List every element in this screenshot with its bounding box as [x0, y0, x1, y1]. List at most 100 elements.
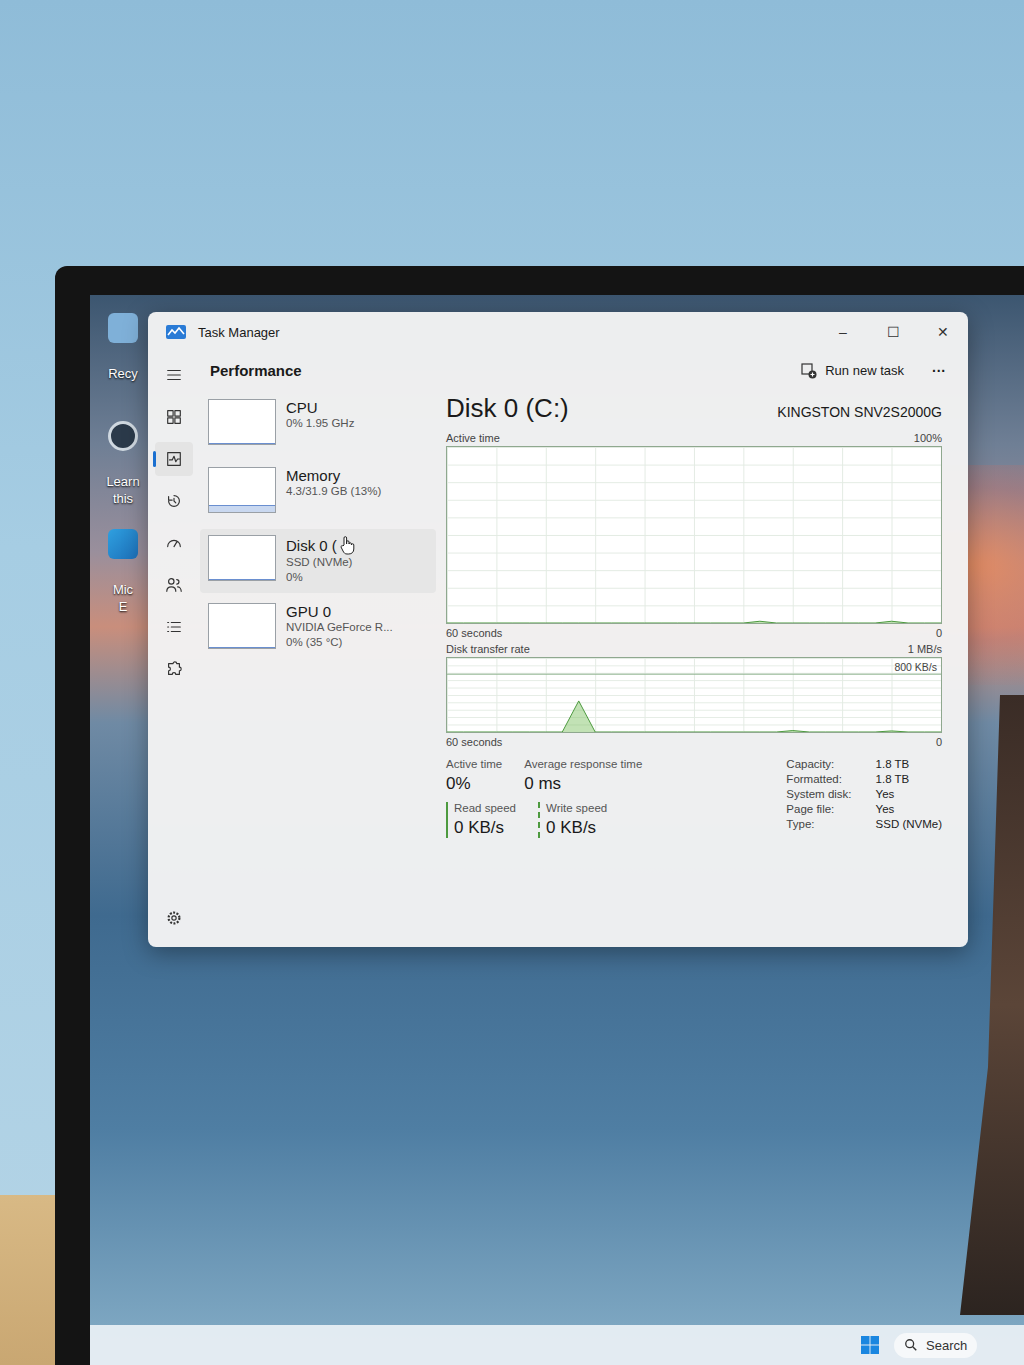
- app-icon: [108, 421, 138, 451]
- nav-item[interactable]: [155, 358, 193, 392]
- nav-item[interactable]: [155, 526, 193, 560]
- device-detail: 4.3/31.9 GB (13%): [286, 484, 381, 499]
- device-thumbnail: [208, 603, 276, 649]
- device-item[interactable]: CPU0% 1.95 GHz: [200, 393, 436, 457]
- nav-icon: [165, 618, 183, 636]
- run-new-task-button[interactable]: Run new task: [801, 363, 904, 379]
- thumbnail-fill: [209, 579, 275, 580]
- nav-item[interactable]: [155, 484, 193, 518]
- device-detail: SSD (NVMe): [286, 555, 355, 570]
- chart: Disk transfer rate1 MB/s800 KB/s60 secon…: [446, 641, 942, 750]
- page-title: Performance: [210, 362, 302, 379]
- more-button[interactable]: ···: [932, 363, 946, 379]
- page-header: Performance Run new task ···: [200, 352, 968, 393]
- search-icon: [904, 1338, 918, 1352]
- device-thumbnail: [208, 467, 276, 513]
- task-manager-window[interactable]: Task Manager –☐✕ Performance Run new task ··…: [148, 312, 968, 947]
- device-detail: NVIDIA GeForce R...: [286, 620, 393, 635]
- nav-icon: [165, 450, 183, 468]
- device-item[interactable]: GPU 0NVIDIA GeForce R...0% (35 °C): [200, 597, 436, 661]
- device-thumbnail: [208, 399, 276, 445]
- desktop-icon[interactable]: Recy: [100, 313, 146, 421]
- title-bar[interactable]: Task Manager –☐✕: [148, 312, 968, 352]
- chart-marker-label: 800 KB/s: [894, 661, 937, 674]
- search-box[interactable]: Search: [894, 1333, 977, 1358]
- window-control[interactable]: –: [818, 316, 868, 348]
- device-detail: 0% 1.95 GHz: [286, 416, 354, 431]
- window-title: Task Manager: [198, 325, 280, 340]
- desktop-icon-label: MicE: [113, 581, 133, 615]
- desktop-icons: Recy Learnthis MicE: [100, 313, 146, 637]
- chart-label: Disk transfer rate: [446, 643, 530, 655]
- device-detail: 0% (35 °C): [286, 635, 393, 650]
- window-control[interactable]: ✕: [918, 316, 968, 348]
- chart-zero: 0: [936, 736, 942, 748]
- selected-indicator: [153, 451, 156, 467]
- device-detail: 0%: [286, 570, 355, 585]
- property-value: 1.8 TB: [876, 773, 942, 785]
- nav-item[interactable]: [155, 400, 193, 434]
- app-icon: [108, 313, 138, 343]
- property-key: Page file:: [786, 803, 851, 815]
- speed-stat: Write speed0 KB/s: [538, 802, 607, 838]
- chart-max-label: 1 MB/s: [908, 643, 942, 655]
- device-name: GPU 0: [286, 603, 393, 620]
- property-key: Formatted:: [786, 773, 851, 785]
- gear-icon: [165, 909, 183, 927]
- nav-item[interactable]: [155, 652, 193, 686]
- nav-icon: [165, 660, 183, 678]
- chart-zero: 0: [936, 627, 942, 639]
- detail-panel: Disk 0 (C:)KINGSTON SNV2S2000GActive tim…: [446, 393, 968, 947]
- thumbnail-fill: [209, 443, 275, 444]
- device-item[interactable]: Memory4.3/31.9 GB (13%): [200, 461, 436, 525]
- detail-title: Disk 0 (C:): [446, 393, 569, 424]
- nav-item[interactable]: [155, 568, 193, 602]
- thumbnail-fill: [209, 505, 275, 512]
- window-control[interactable]: ☐: [868, 316, 918, 348]
- nav-item[interactable]: [155, 901, 193, 935]
- windows-logo-icon[interactable]: [860, 1335, 880, 1355]
- property-value: 1.8 TB: [876, 758, 942, 770]
- nav-icon: [165, 576, 183, 594]
- nav-item[interactable]: [155, 610, 193, 644]
- property-value: Yes: [876, 803, 942, 815]
- hand-cursor-icon: [339, 535, 355, 555]
- property-value: Yes: [876, 788, 942, 800]
- task-manager-icon: [166, 325, 186, 339]
- chart-max-label: 100%: [914, 432, 942, 444]
- chart-label: Active time: [446, 432, 500, 444]
- desktop-icon[interactable]: MicE: [100, 529, 146, 637]
- chart: Active time 100% 60 seconds 0: [446, 430, 942, 641]
- property-value: SSD (NVMe): [876, 818, 942, 830]
- nav-icon: [165, 408, 183, 426]
- app-icon: [108, 529, 138, 559]
- device-item[interactable]: Disk 0 (SSD (NVMe)0%: [200, 529, 436, 593]
- speed-stat: Read speed0 KB/s: [446, 802, 516, 838]
- desktop-icon-label: Recy: [108, 365, 138, 382]
- device-name: Disk 0 (: [286, 535, 355, 555]
- stat: Active time0%: [446, 758, 502, 794]
- property-key: System disk:: [786, 788, 851, 800]
- monitor: Recy Learnthis MicE Task Manager –☐✕ Performa…: [55, 266, 1024, 1365]
- device-name: CPU: [286, 399, 354, 416]
- stat: Average response time0 ms: [524, 758, 642, 794]
- photo-scene: Recy Learnthis MicE Task Manager –☐✕ Performa…: [0, 0, 1024, 1365]
- nav-icon: [165, 366, 183, 384]
- chart-area: [447, 447, 941, 623]
- device-list: CPU0% 1.95 GHzMemory4.3/31.9 GB (13%)Dis…: [200, 393, 446, 947]
- property-key: Capacity:: [786, 758, 851, 770]
- taskbar: Search: [90, 1325, 1024, 1365]
- chart-span: 60 seconds: [446, 627, 502, 639]
- nav-icon: [165, 492, 183, 510]
- nav-icon: [165, 534, 183, 552]
- desktop-icon[interactable]: Learnthis: [100, 421, 146, 529]
- device-thumbnail: [208, 535, 276, 581]
- device-name: Memory: [286, 467, 381, 484]
- desktop-icon-label: Learnthis: [106, 473, 139, 507]
- nav-item[interactable]: [155, 442, 193, 476]
- nav-rail: [148, 352, 200, 947]
- thumbnail-fill: [209, 647, 275, 648]
- property-key: Type:: [786, 818, 851, 830]
- new-task-icon: [801, 363, 817, 379]
- desktop: Recy Learnthis MicE Task Manager –☐✕ Performa…: [90, 295, 1024, 1365]
